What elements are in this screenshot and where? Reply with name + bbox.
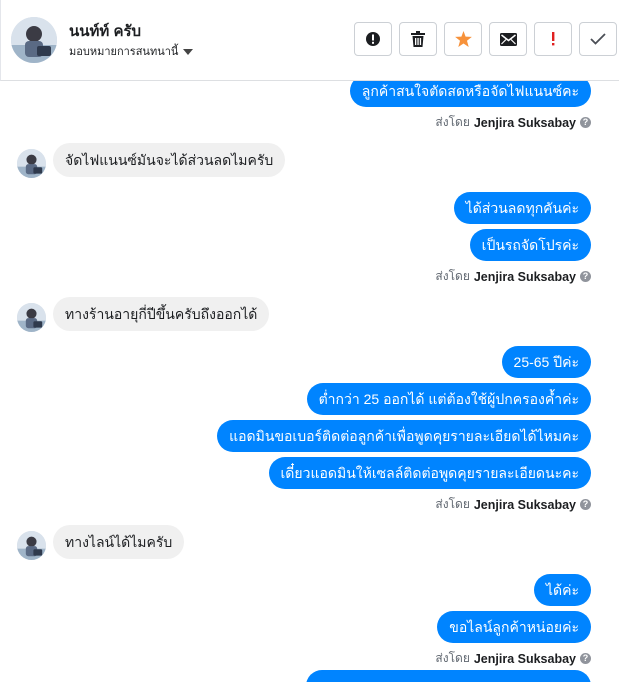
sent-by-label: ส่งโดย: [435, 115, 470, 129]
flag-important-button[interactable]: [534, 22, 572, 56]
outgoing-message[interactable]: ขอไลน์ลูกค้าหน่อยค่ะ: [437, 611, 591, 643]
sent-by-info: ส่งโดย Jenjira Suksabay ?: [435, 267, 591, 286]
customer-avatar: [17, 149, 46, 178]
alert-circle-icon: [366, 32, 380, 46]
sent-by-label: ส่งโดย: [435, 269, 470, 283]
sent-by-label: ส่งโดย: [435, 651, 470, 665]
delete-button[interactable]: [399, 22, 437, 56]
outgoing-message[interactable]: เป็นรถจัดโปรค่ะ: [469, 229, 591, 261]
incoming-message[interactable]: จัดไฟแนนซ์มันจะได้ส่วนลดไมครับ: [53, 143, 286, 177]
incoming-message[interactable]: ทางไลน์ได้ไมครับ: [53, 525, 185, 559]
customer-avatar: [17, 531, 46, 560]
mark-spam-button[interactable]: [354, 22, 392, 56]
outgoing-message[interactable]: ต่ำกว่า 25 ออกได้ แต่ต้องใช้ผู้ปกครองค้ำ…: [306, 383, 591, 415]
star-icon: [454, 31, 472, 47]
message-thread[interactable]: ลูกค้าสนใจตัดสดหรือจัดไฟแนนซ์คะ ส่งโดย J…: [0, 81, 619, 682]
help-icon[interactable]: ?: [580, 653, 591, 664]
envelope-icon: [499, 32, 517, 46]
agent-name: Jenjira Suksabay: [473, 497, 576, 512]
exclamation-icon: [552, 32, 555, 46]
outgoing-message[interactable]: ได้ส่วนลดทุกคันค่ะ: [453, 192, 591, 224]
agent-name: Jenjira Suksabay: [473, 651, 576, 666]
help-icon[interactable]: ?: [580, 117, 591, 128]
conversation-actions: [354, 22, 617, 56]
outgoing-message[interactable]: ได้ค่ะ: [533, 574, 591, 606]
assign-label: มอบหมายการสนทนานี้: [69, 46, 179, 58]
help-icon[interactable]: ?: [580, 499, 591, 510]
trash-icon: [411, 31, 425, 47]
outgoing-message[interactable]: เดี๋ยวแอดมินให้เซลล์ติดต่อพูดคุยรายละเอี…: [268, 457, 591, 489]
contact-name: นนท์ท์ ครับ: [69, 23, 142, 40]
outgoing-message[interactable]: ลูกค้าสนใจตัดสดหรือจัดไฟแนนซ์คะ: [349, 81, 591, 107]
contact-avatar[interactable]: [11, 17, 57, 63]
mark-unread-button[interactable]: [489, 22, 527, 56]
conversation-header: นนท์ท์ ครับ มอบหมายการสนทนานี้: [0, 0, 619, 81]
help-icon[interactable]: ?: [580, 271, 591, 282]
outgoing-message-partial[interactable]: [306, 670, 591, 682]
sent-by-label: ส่งโดย: [435, 497, 470, 511]
agent-name: Jenjira Suksabay: [473, 269, 576, 284]
assign-conversation-dropdown[interactable]: มอบหมายการสนทนานี้: [69, 42, 194, 60]
sent-by-info: ส่งโดย Jenjira Suksabay ?: [435, 113, 591, 132]
outgoing-message[interactable]: แอดมินขอเบอร์ติดต่อลูกค้าเพื่อพูดคุยรายล…: [217, 420, 591, 452]
caret-down-icon: [183, 48, 194, 55]
incoming-message[interactable]: ทางร้านอายุกี่ปีขึ้นครับถึงออกได้: [53, 297, 270, 331]
sent-by-info: ส่งโดย Jenjira Suksabay ?: [435, 495, 591, 514]
agent-name: Jenjira Suksabay: [473, 115, 576, 130]
star-button[interactable]: [444, 22, 482, 56]
checkmark-icon: [590, 33, 606, 45]
customer-avatar: [17, 303, 46, 332]
mark-done-button[interactable]: [579, 22, 617, 56]
outgoing-message[interactable]: 25-65 ปีค่ะ: [501, 346, 591, 378]
sent-by-info: ส่งโดย Jenjira Suksabay ?: [435, 649, 591, 668]
